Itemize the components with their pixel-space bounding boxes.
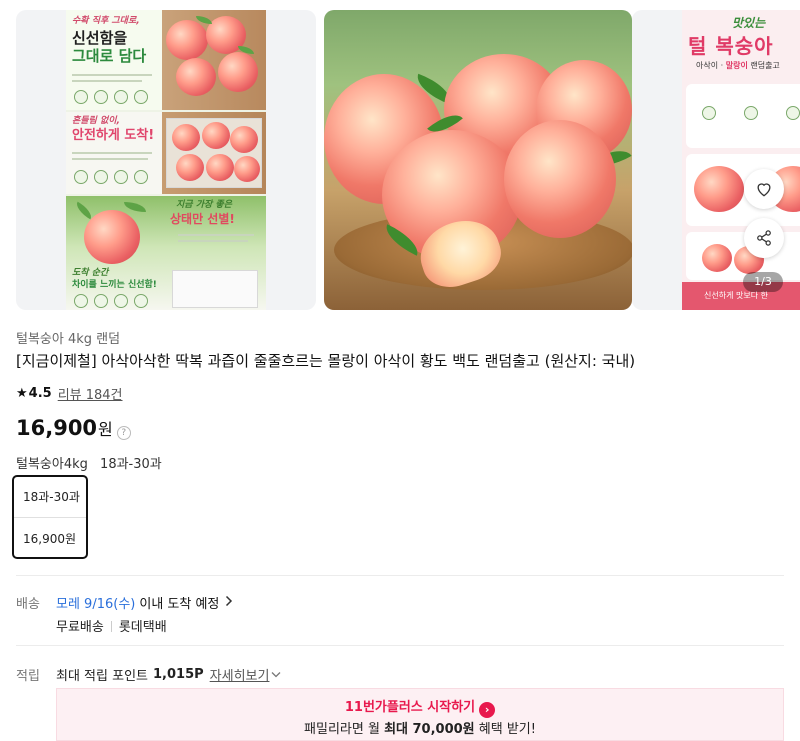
points-info: 최대 적립 포인트 1,015P 자세히보기 — [56, 665, 281, 684]
chevron-down-icon — [271, 668, 281, 681]
divider — [16, 645, 784, 646]
points-detail-link[interactable]: 자세히보기 — [210, 665, 270, 684]
chevron-right-icon — [225, 595, 233, 611]
image-carousel[interactable]: 수확 직후 그대로, 신선함을 그대로 담다 흔들림 없이, 안전하게 도착! — [16, 10, 800, 310]
poster-text: 흔들림 없이, — [72, 116, 120, 126]
shipping-carrier: 롯데택배 — [118, 620, 167, 635]
product-image-1[interactable]: 수확 직후 그대로, 신선함을 그대로 담다 흔들림 없이, 안전하게 도착! — [16, 10, 316, 310]
price: 16,900 원 ? — [16, 416, 131, 440]
points-label: 적립 — [16, 669, 40, 684]
poster-text: 상태만 선별! — [170, 212, 235, 226]
rating-summary: ★ 4.5 리뷰 184건 — [16, 384, 123, 403]
product-image-2[interactable] — [324, 10, 632, 310]
poster-subtitle: 아삭이 · 말랑이 랜덤출고 — [696, 61, 780, 70]
option-name: 털복숭아4kg — [16, 457, 88, 472]
product-image-3[interactable]: 맛있는 털 복숭아 아삭이 · 말랑이 랜덤출고 신선하게 맛보다 한 — [632, 10, 800, 310]
points-amount: 1,015P — [153, 667, 204, 682]
product-category-label: 털복숭아 4kg 랜덤 — [16, 332, 121, 347]
share-button[interactable] — [744, 218, 784, 258]
promo-description: 패밀리라면 월 최대 70,000원 혜택 받기! — [304, 722, 536, 737]
option-card-label: 18과-30과 — [23, 490, 80, 504]
shipping-label: 배송 — [16, 597, 40, 612]
poster-text: 수확 직후 그대로, — [72, 16, 140, 26]
divider — [14, 517, 86, 518]
promo-title: 11번가플러스 시작하기 › — [57, 696, 783, 718]
delivery-estimate[interactable]: 모레 9/16(수) 이내 도착 예정 — [56, 593, 233, 612]
poster-text: 맛있는 — [732, 16, 766, 30]
poster-text: 차이를 느끼는 신선함! — [72, 280, 157, 290]
poster-text: 그대로 담다 — [72, 47, 147, 65]
arrow-right-icon: › — [479, 702, 496, 718]
product-title: [지금이제철] 아삭아삭한 딱복 과즙이 줄줄흐르는 몰랑이 아삭이 황도 백도… — [16, 352, 636, 370]
membership-promo-banner[interactable]: 11번가플러스 시작하기 › 패밀리라면 월 최대 70,000원 혜택 받기! — [56, 688, 784, 741]
poster-panel-1: 수확 직후 그대로, 신선함을 그대로 담다 — [66, 10, 266, 110]
poster-text: 안전하게 도착! — [72, 128, 155, 143]
wishlist-button[interactable] — [744, 169, 784, 209]
option-card[interactable]: 18과-30과 16,900원 — [12, 475, 88, 559]
rating-score: 4.5 — [28, 386, 52, 401]
divider — [16, 575, 784, 576]
carousel-counter: 1/3 — [743, 272, 783, 292]
price-unit: 원 — [98, 420, 113, 439]
poster-text: 신선함을 — [72, 29, 128, 47]
shipping-fee: 무료배송 — [56, 620, 104, 635]
points-text: 최대 적립 포인트 — [56, 669, 148, 684]
star-icon: ★ — [16, 386, 28, 401]
poster-text: 도착 순간 — [72, 268, 109, 278]
price-value: 16,900 — [16, 416, 98, 440]
poster-text: 지금 가장 좋은 — [176, 200, 232, 210]
poster-title: 털 복숭아 — [688, 34, 774, 58]
poster-image: 맛있는 털 복숭아 아삭이 · 말랑이 랜덤출고 신선하게 맛보다 한 — [682, 10, 800, 310]
review-link[interactable]: 리뷰 184건 — [58, 384, 123, 403]
poster-panel-3: 지금 가장 좋은 상태만 선별! 도착 순간 차이를 느끼는 신선함! — [66, 196, 266, 310]
poster-image: 수확 직후 그대로, 신선함을 그대로 담다 흔들림 없이, 안전하게 도착! — [66, 10, 266, 310]
delivery-date-suffix: 이내 도착 예정 — [139, 597, 220, 612]
option-value: 18과-30과 — [100, 457, 162, 472]
share-icon — [757, 230, 771, 246]
option-card-price: 16,900원 — [23, 532, 77, 546]
poster-panel-2: 흔들림 없이, 안전하게 도착! — [66, 112, 266, 194]
delivery-date: 모레 9/16(수) — [56, 597, 136, 612]
peach-photo — [324, 10, 632, 310]
heart-icon — [757, 183, 771, 197]
help-icon[interactable]: ? — [116, 426, 131, 440]
shipping-details: 무료배송 롯데택배 — [56, 616, 167, 635]
selected-option-summary: 털복숭아4kg 18과-30과 — [16, 453, 162, 472]
poster-banner: 신선하게 맛보다 한 — [682, 282, 800, 310]
